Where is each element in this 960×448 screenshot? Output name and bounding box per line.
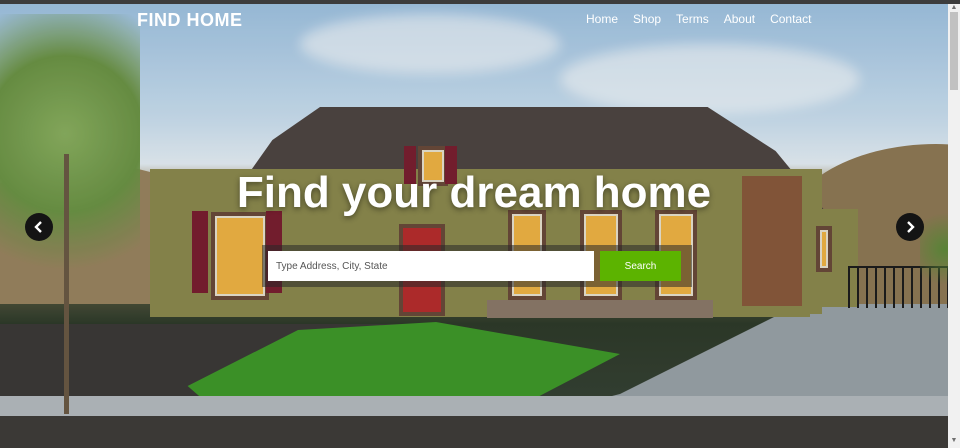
chevron-right-icon — [907, 221, 915, 233]
scroll-down-arrow-icon[interactable]: ▼ — [950, 437, 958, 444]
hero-headline: Find your dream home — [236, 168, 712, 217]
nav-about[interactable]: About — [724, 12, 755, 26]
nav-terms[interactable]: Terms — [676, 12, 709, 26]
search-button[interactable]: Search — [600, 251, 681, 281]
nav-shop[interactable]: Shop — [633, 12, 661, 26]
carousel-prev-button[interactable] — [25, 213, 53, 241]
scrollbar-thumb[interactable] — [950, 12, 958, 90]
window-top-border — [0, 0, 960, 4]
nav-home[interactable]: Home — [586, 12, 618, 26]
search-input[interactable] — [268, 251, 594, 281]
chevron-left-icon — [34, 221, 42, 233]
hero-banner — [0, 4, 948, 448]
scroll-up-arrow-icon[interactable]: ▲ — [950, 4, 958, 11]
nav-contact[interactable]: Contact — [770, 12, 811, 26]
carousel-next-button[interactable] — [896, 213, 924, 241]
hero-overlay — [0, 4, 948, 448]
main-nav: Home Shop Terms About Contact — [586, 12, 811, 26]
brand-logo[interactable]: FIND HOME — [137, 10, 243, 31]
